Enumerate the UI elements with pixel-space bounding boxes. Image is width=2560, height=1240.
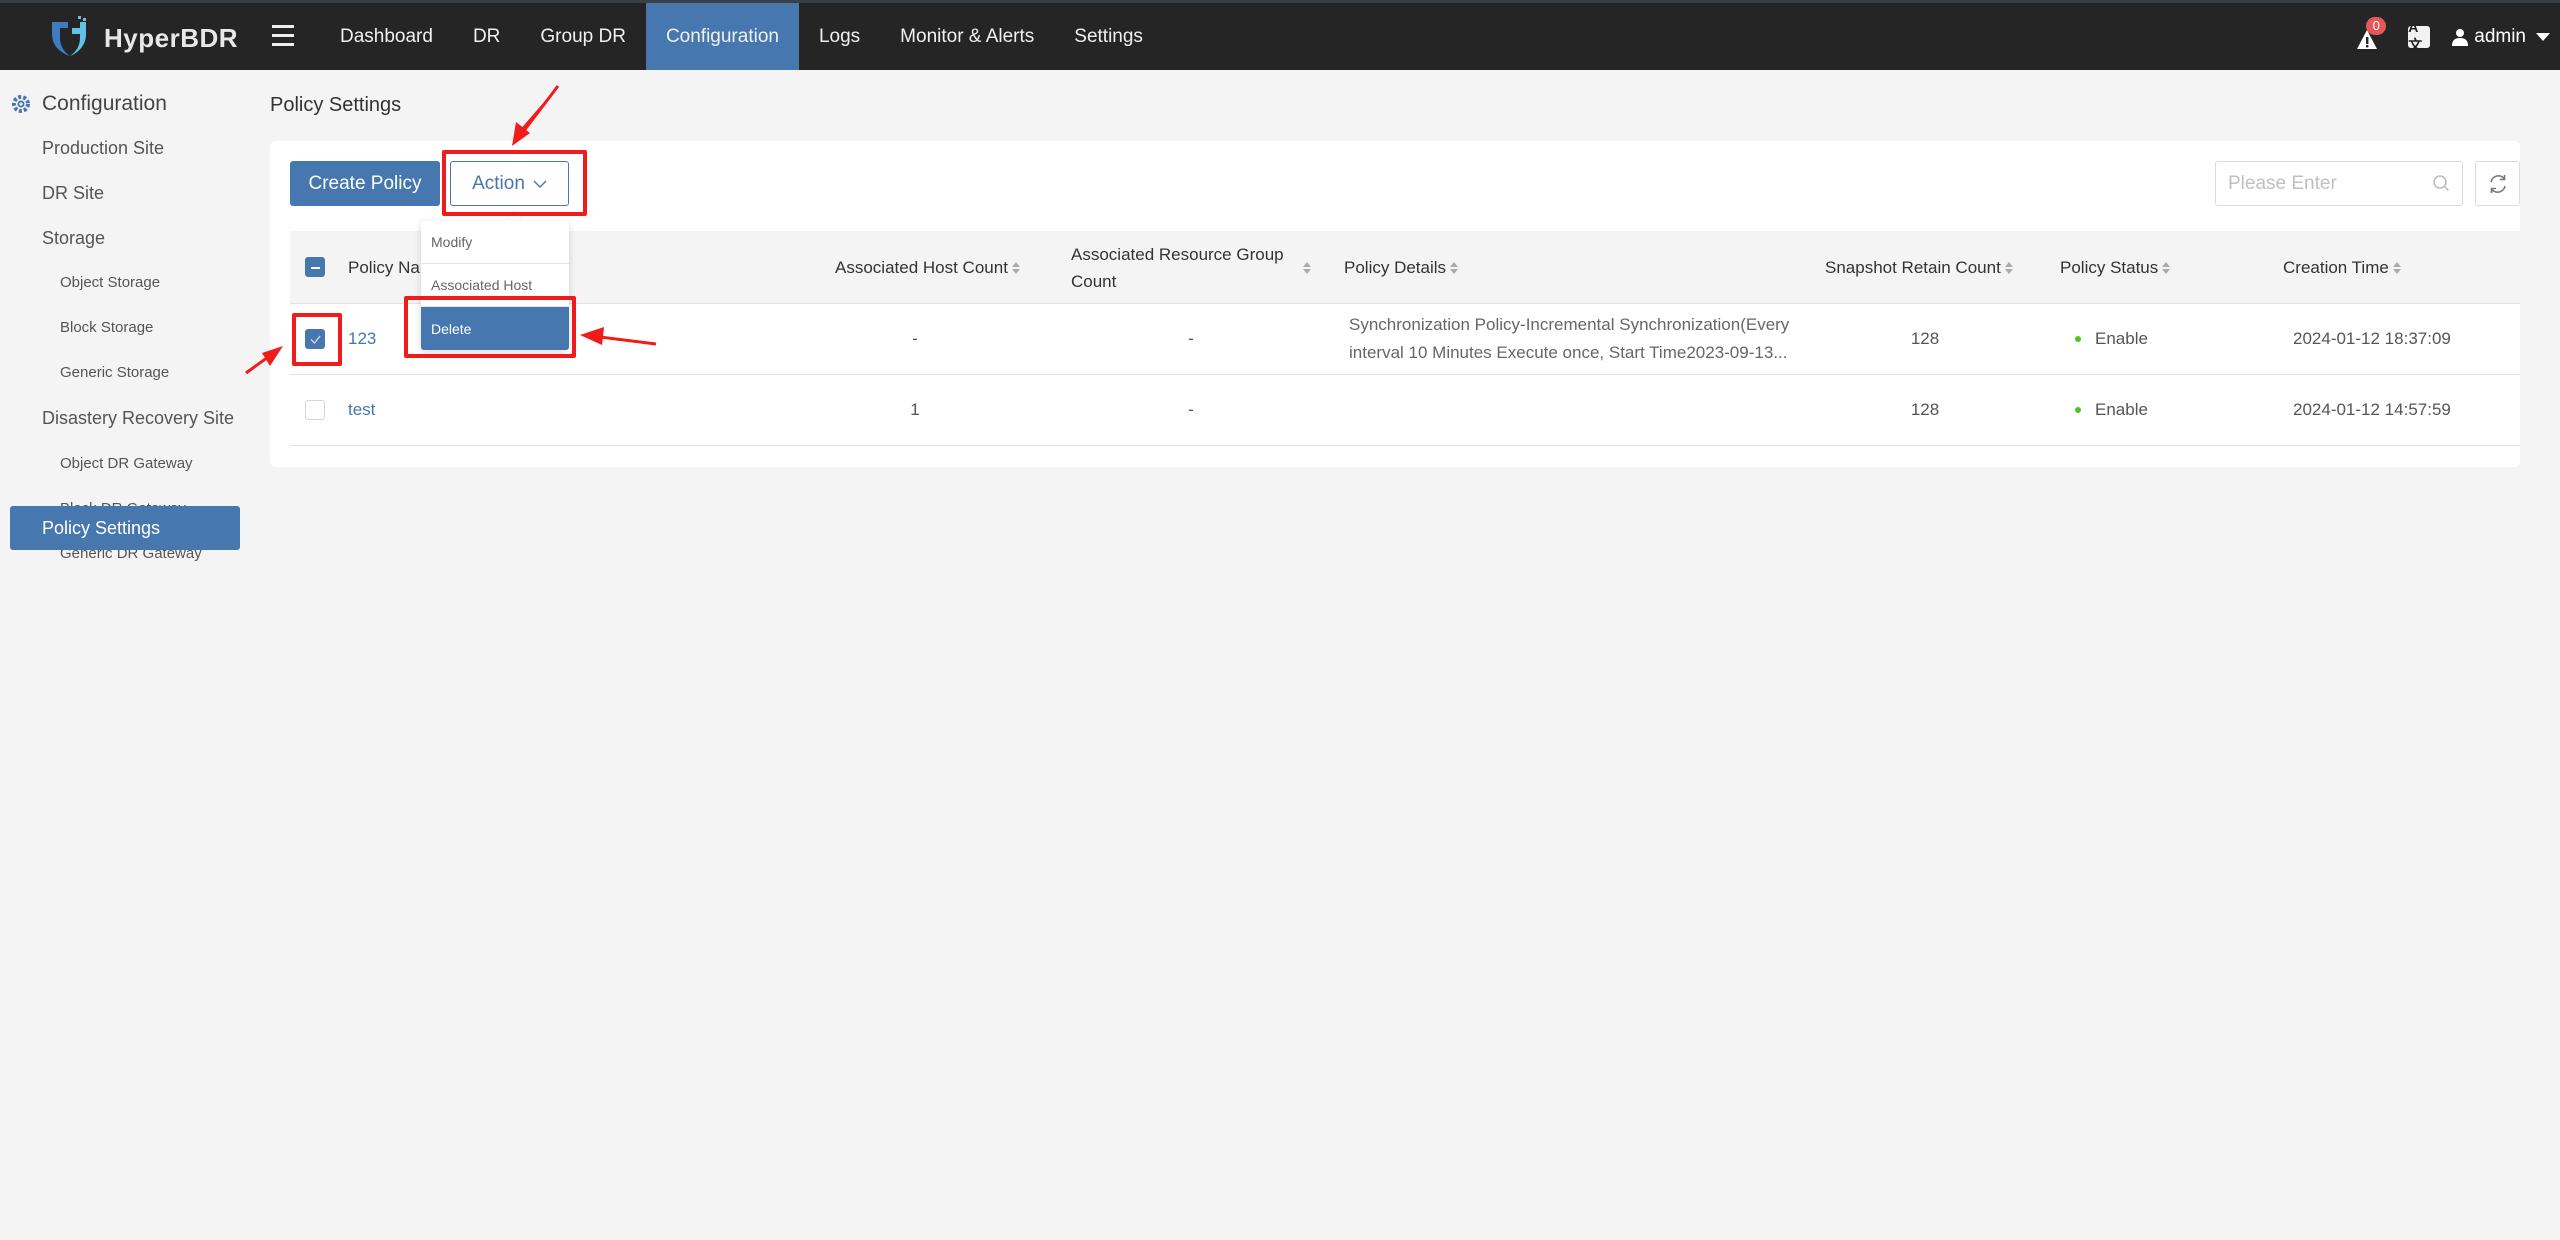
sidebar-item-object-storage[interactable]: Object Storage <box>60 274 160 291</box>
app-name: HyperBDR <box>104 22 239 53</box>
chevron-down-icon <box>533 180 547 188</box>
nav-logs[interactable]: Logs <box>799 3 880 70</box>
column-label: Associated Host Count <box>835 257 1008 277</box>
row-checkbox[interactable] <box>305 400 325 420</box>
status-dot-icon <box>2075 336 2081 342</box>
search-input[interactable] <box>2216 162 2416 205</box>
column-snapshot-retain-count[interactable]: Snapshot Retain Count <box>1825 231 2013 304</box>
username: admin <box>2474 25 2526 47</box>
sidebar-item-disaster-recovery-site[interactable]: Disastery Recovery Site <box>42 408 234 429</box>
snapshot-retain-count: 128 <box>1910 329 1940 348</box>
column-label: Policy Details <box>1344 257 1447 277</box>
user-menu[interactable]: admin <box>2452 26 2550 48</box>
alert-count-badge: 0 <box>2366 16 2387 35</box>
select-all-checkbox[interactable] <box>305 257 325 277</box>
nav-dr[interactable]: DR <box>453 3 520 70</box>
policy-details: Synchronization Policy-Incremental Synch… <box>1349 315 1790 362</box>
host-count: - <box>912 329 918 348</box>
menu-item-delete[interactable]: Delete <box>421 307 569 350</box>
column-policy-details[interactable]: Policy Details <box>1344 231 1459 304</box>
language-icon[interactable]: A文 <box>2408 19 2431 53</box>
nav-monitor-alerts[interactable]: Monitor & Alerts <box>880 3 1054 70</box>
sort-icon[interactable] <box>1011 261 1020 275</box>
sidebar-item-dr-site[interactable]: DR Site <box>42 183 104 204</box>
arrow-to-action <box>512 85 560 146</box>
nav-configuration[interactable]: Configuration <box>645 3 799 70</box>
shield-logo-icon <box>52 16 86 56</box>
refresh-button[interactable] <box>2475 161 2520 206</box>
sort-icon[interactable] <box>2004 261 2013 275</box>
sidebar-item-object-dr-gateway[interactable]: Object DR Gateway <box>60 455 193 472</box>
resource-group-count: - <box>1188 400 1194 419</box>
column-label: Snapshot Retain Count <box>1825 257 2001 277</box>
table-row: test 1 - 128 Enable 2024-01-12 14:57:59 <box>290 375 2520 446</box>
sidebar-title-label: Configuration <box>42 92 167 115</box>
snapshot-retain-count: 128 <box>1910 400 1940 419</box>
sort-icon[interactable] <box>2162 261 2171 275</box>
app-logo[interactable]: HyperBDR <box>48 13 238 63</box>
nav-group-dr[interactable]: Group DR <box>520 3 646 70</box>
host-count: 1 <box>910 400 920 419</box>
status-label: Enable <box>2095 329 2148 348</box>
column-associated-resource-group-count[interactable]: Associated Resource Group Count <box>1071 231 1311 304</box>
top-navigation-bar: HyperBDR Dashboard DR Group DR Configura… <box>0 0 2560 70</box>
user-icon <box>2452 28 2469 46</box>
column-label: Associated Resource Group Count <box>1071 244 1284 291</box>
action-dropdown-menu: Modify Associated Host Delete <box>421 221 569 350</box>
search-box <box>2215 161 2463 206</box>
action-dropdown-button[interactable]: Action <box>450 161 569 206</box>
column-associated-host-count[interactable]: Associated Host Count <box>835 231 1020 304</box>
sort-icon[interactable] <box>1303 261 1311 275</box>
gear-icon <box>12 95 30 113</box>
alerts-button[interactable]: 0 <box>2356 16 2387 51</box>
menu-item-associated-host[interactable]: Associated Host <box>421 264 569 307</box>
sidebar-item-block-storage[interactable]: Block Storage <box>60 319 153 336</box>
page-title: Policy Settings <box>270 94 402 116</box>
creation-time: 2024-01-12 14:57:59 <box>2293 400 2451 419</box>
sort-icon[interactable] <box>1450 261 1459 275</box>
sidebar-item-generic-storage[interactable]: Generic Storage <box>60 364 169 381</box>
resource-group-count: - <box>1188 329 1194 348</box>
policy-name-link[interactable]: 123 <box>348 304 376 374</box>
sidebar-item-production-site[interactable]: Production Site <box>42 138 164 159</box>
refresh-icon <box>2489 174 2506 193</box>
top-right-controls: 0 A文 admin <box>2356 3 2550 70</box>
status-label: Enable <box>2095 400 2148 419</box>
status-badge: Enable <box>2075 375 2148 445</box>
row-checkbox[interactable] <box>305 329 325 349</box>
search-icon[interactable] <box>2432 174 2450 192</box>
column-label: Creation Time <box>2283 257 2389 277</box>
column-policy-status[interactable]: Policy Status <box>2060 231 2171 304</box>
nav-dashboard[interactable]: Dashboard <box>320 3 453 70</box>
create-policy-button[interactable]: Create Policy <box>290 161 440 206</box>
main-nav: Dashboard DR Group DR Configuration Logs… <box>320 3 1163 70</box>
caret-down-icon <box>2536 32 2550 41</box>
column-policy-name[interactable]: Policy Na <box>348 231 420 304</box>
column-label: Policy Status <box>2060 257 2159 277</box>
table-header: Policy Na Associated Host Count Associat… <box>290 231 2520 304</box>
sort-icon[interactable] <box>2392 261 2401 275</box>
creation-time: 2024-01-12 18:37:09 <box>2293 329 2451 348</box>
policy-name-link[interactable]: test <box>348 375 375 445</box>
status-dot-icon <box>2075 407 2081 413</box>
nav-settings[interactable]: Settings <box>1054 3 1163 70</box>
checkmark-icon <box>310 335 321 345</box>
table-row: 123 - - Synchronization Policy-Increment… <box>290 304 2520 375</box>
action-label: Action <box>472 172 525 194</box>
column-label: Policy Na <box>348 257 420 277</box>
sidebar-item-storage[interactable]: Storage <box>42 228 105 249</box>
menu-item-modify[interactable]: Modify <box>421 221 569 264</box>
sidebar-title: Configuration <box>10 92 167 116</box>
status-badge: Enable <box>2075 304 2148 374</box>
menu-toggle-icon[interactable] <box>272 25 294 47</box>
sidebar-item-policy-settings[interactable]: Policy Settings <box>10 506 240 550</box>
column-creation-time[interactable]: Creation Time <box>2283 231 2401 304</box>
